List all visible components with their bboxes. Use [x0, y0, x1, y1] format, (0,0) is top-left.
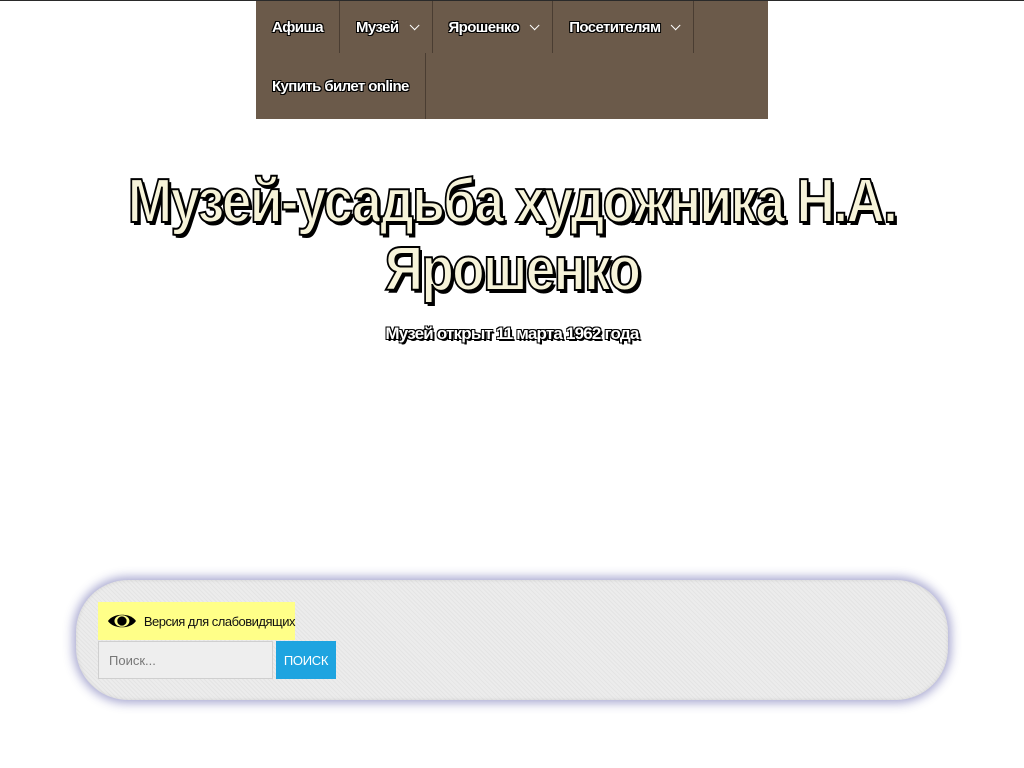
eye-icon [107, 614, 136, 628]
site-title-line-1: Музей-усадьба художника Н.А. [127, 167, 899, 237]
nav-item-label: Музей [356, 18, 399, 36]
visually-impaired-version-button[interactable]: Версия для слабовидящих [98, 602, 296, 640]
search-input[interactable] [98, 641, 273, 679]
nav-item-label: Афиша [272, 18, 324, 36]
chevron-down-icon [671, 19, 682, 30]
visually-impaired-label: Версия для слабовидящих [143, 613, 296, 629]
nav-item-label: Купить билет online [272, 77, 409, 95]
tools-panel [76, 580, 948, 700]
chevron-down-icon [409, 19, 420, 30]
nav-row-2: Купить билет online [256, 53, 426, 119]
nav-item-yaroshenko[interactable]: Ярошенко [433, 1, 554, 53]
site-subtitle: Музей открыт 11 марта 1962 года [385, 324, 639, 343]
chevron-down-icon [529, 19, 540, 30]
nav-item-afisha[interactable]: Афиша [256, 1, 341, 53]
nav-item-label: Посетителям [569, 18, 661, 36]
nav-item-muzey[interactable]: Музей [340, 1, 433, 53]
nav-item-buy-ticket[interactable]: Купить билет online [256, 53, 426, 119]
nav-item-posetitelyam[interactable]: Посетителям [553, 1, 695, 53]
nav-row-1: Афиша Музей Ярошенко Посетителям [256, 1, 695, 53]
main-navigation: Афиша Музей Ярошенко Посетителям Купить … [256, 1, 768, 119]
nav-item-label: Ярошенко [448, 18, 520, 36]
search-button[interactable]: ПОИСК [276, 641, 336, 679]
site-title: Музей-усадьба художника Н.А. Ярошенко [72, 167, 953, 305]
site-title-line-2: Ярошенко [384, 235, 642, 305]
